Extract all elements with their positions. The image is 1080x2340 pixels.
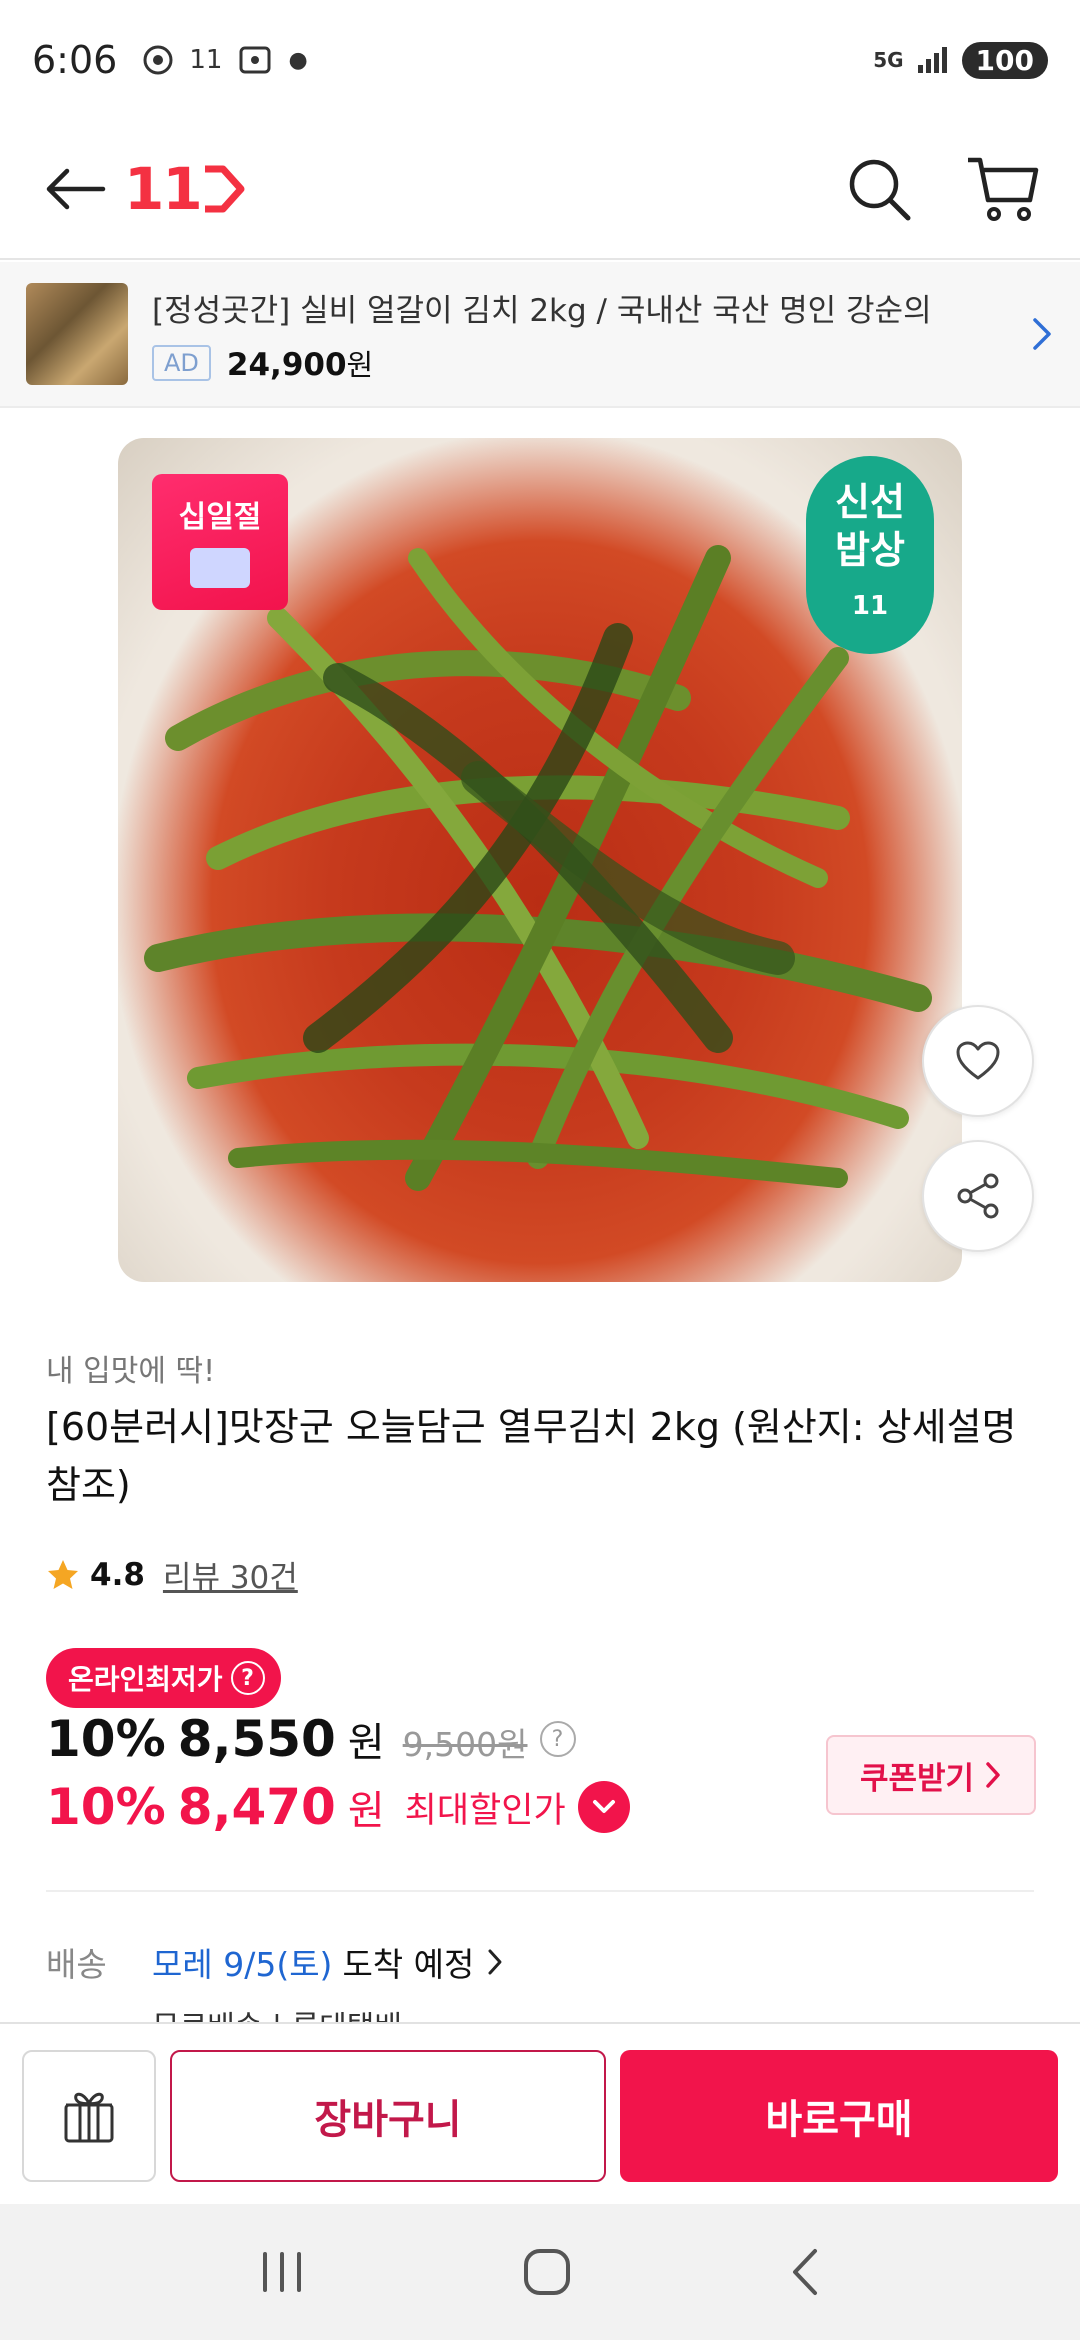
help-icon: ? [230,1661,265,1695]
chevron-right-icon [986,1762,1000,1788]
logo[interactable]: 11 [124,155,247,223]
rating-score: 4.8 [90,1556,145,1593]
price-row: 10% 8,550 원 9,500원 ? [46,1710,576,1768]
buy-now-button[interactable]: 바로구매 [620,2050,1058,2182]
price-unit: 원 [347,1720,385,1766]
sibiljeol-badge: 십일절 [152,474,288,610]
max-discount-price: 8,470 [177,1778,336,1836]
wishlist-button[interactable] [922,1005,1034,1117]
gift-button[interactable] [22,2050,156,2182]
max-discount-rate: 10% [46,1778,166,1836]
battery-level: 100 [961,41,1048,79]
status-notification-icons: 11 ● [143,45,308,75]
product-subcopy: 내 입맛에 딱! [46,1354,216,1389]
signal-icon [917,47,947,73]
delivery-row[interactable]: 배송 모레 9/5(토) 도착 예정 [46,1938,504,1986]
fresh-badge-line1: 신선 [835,480,905,524]
share-icon [957,1173,999,1219]
coupon-button[interactable]: 쿠폰받기 [826,1735,1036,1815]
fresh-table-badge: 신선 밥상 11 [806,456,934,654]
ad-title: [정성곳간] 실비 얼갈이 김치 2kg / 국내산 국산 명인 강순의 [152,292,932,329]
fresh-badge-line2: 밥상 [835,528,905,572]
cart-icon[interactable] [964,154,1040,224]
discount-rate: 10% [46,1710,166,1768]
coupon-label: 쿠폰받기 [859,1760,975,1797]
ad-price: 24,900원 [227,342,373,384]
original-price: 9,500원 [402,1725,528,1764]
ad-badge: AD [152,344,211,381]
add-to-cart-button[interactable]: 장바구니 [170,2050,606,2182]
share-button[interactable] [922,1140,1034,1252]
product-title: [60분러시]맛장군 오늘담근 열무김치 2kg (원산지: 상세설명 참조) [46,1405,1017,1507]
logo-arrow-icon [204,165,245,213]
max-discount-row: 10% 8,470 원 최대할인가 [46,1778,630,1836]
back-button[interactable] [40,154,110,224]
chevron-down-icon [592,1800,615,1813]
product-image[interactable]: 십일절 신선 밥상 11 [118,438,962,1282]
max-discount-expand[interactable] [577,1781,630,1833]
back-icon[interactable] [789,2247,821,2297]
max-discount-unit: 원 [347,1788,385,1834]
ad-price-value: 24,900 [226,346,347,383]
dot-icon: ● [288,47,308,73]
status-bar: 6:06 11 ● 5G 100 [0,0,1080,120]
price-help-icon[interactable]: ? [539,1721,576,1757]
logo-text: 11 [124,155,203,223]
chevron-right-icon [488,1949,502,1975]
status-time: 6:06 [32,38,118,82]
recents-icon[interactable] [259,2250,305,2294]
chrome-icon [143,45,173,75]
star-icon [48,1559,78,1589]
back-arrow-icon [46,168,106,210]
divider [46,1890,1034,1892]
screenshot-icon [239,46,271,74]
lowest-price-label: 온라인최저가 [68,1663,223,1696]
delivery-date: 모레 9/5(토) [152,1945,333,1984]
top-nav: 11 [0,120,1080,260]
bottom-action-bar: 장바구니 바로구매 [0,2022,1080,2204]
max-discount-label: 최대할인가 [404,1790,566,1831]
delivery-suffix: 도착 예정 [342,1945,475,1984]
network-type: 5G [873,48,904,72]
sibiljeol-badge-text: 십일절 [178,500,262,535]
ribbon-gift-icon [190,548,250,588]
system-nav-bar [0,2204,1080,2340]
review-count-link[interactable]: 리뷰 30건 [163,1552,298,1597]
heart-icon [956,1041,1000,1080]
rating: 4.8 리뷰 30건 [46,1552,298,1597]
ad-chevron [1014,316,1054,352]
chevron-right-icon [1033,318,1051,350]
11st-app-icon: 11 [189,45,223,75]
lowest-price-badge[interactable]: 온라인최저가 ? [46,1648,281,1708]
status-right: 5G 100 [873,41,1048,79]
gift-icon [64,2092,114,2143]
ad-price-unit: 원 [346,347,374,382]
ad-banner[interactable]: [정성곳간] 실비 얼갈이 김치 2kg / 국내산 국산 명인 강순의 AD … [0,262,1080,408]
nav-actions [844,154,1040,224]
sale-price: 8,550 [177,1710,336,1768]
ad-text: [정성곳간] 실비 얼갈이 김치 2kg / 국내산 국산 명인 강순의 AD … [152,285,1014,384]
home-icon[interactable] [522,2247,572,2297]
ad-thumbnail [26,283,128,385]
search-icon[interactable] [844,154,914,224]
delivery-label: 배송 [46,1945,107,1984]
fresh-badge-logo: 11 [851,591,889,621]
ad-meta: AD 24,900원 [152,342,1014,384]
